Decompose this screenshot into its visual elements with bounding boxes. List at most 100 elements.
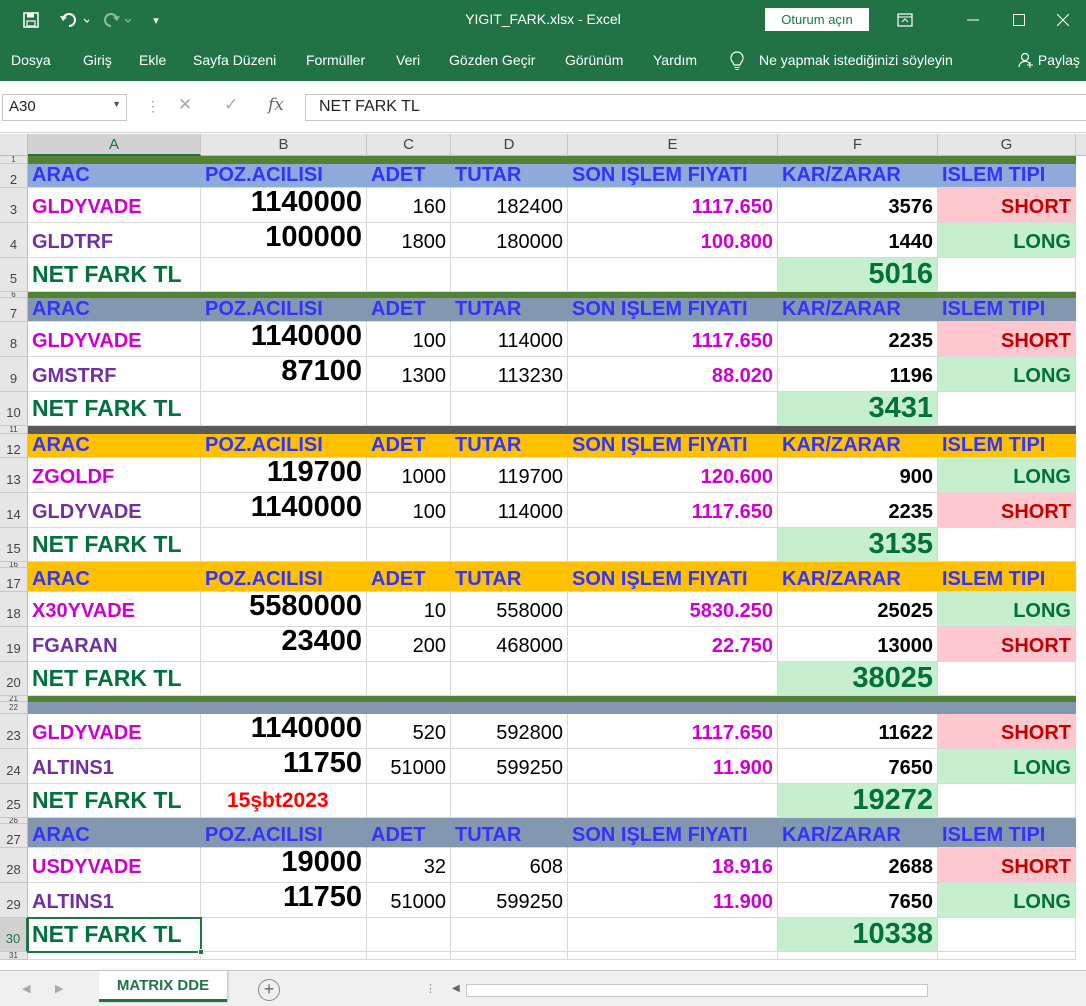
column-header-a[interactable]: A — [28, 134, 201, 156]
profit-loss-cell[interactable]: 1196 — [778, 357, 938, 392]
net-total-cell[interactable]: 5016 — [778, 258, 938, 292]
instrument-cell[interactable]: FGARAN — [28, 627, 201, 662]
cell[interactable] — [367, 392, 451, 426]
cell[interactable] — [568, 392, 778, 426]
tab-giris[interactable]: Giriş — [83, 52, 112, 68]
instrument-cell[interactable]: X30YVADE — [28, 592, 201, 627]
instrument-cell[interactable]: ZGOLDF — [28, 458, 201, 493]
quantity-cell[interactable]: 160 — [367, 188, 451, 223]
quantity-cell[interactable]: 1000 — [367, 458, 451, 493]
position-open-cell[interactable]: 5580000 — [201, 590, 367, 627]
row-header-4[interactable]: 4 — [0, 223, 28, 258]
position-open-cell[interactable]: 87100 — [201, 355, 367, 392]
cell[interactable] — [568, 918, 778, 952]
row-header-28[interactable]: 28 — [0, 848, 28, 883]
amount-cell[interactable]: 114000 — [451, 322, 568, 357]
last-price-cell[interactable]: 11.900 — [568, 883, 778, 918]
row-header-23[interactable]: 23 — [0, 714, 28, 749]
cell[interactable] — [201, 392, 367, 426]
last-price-cell[interactable]: 1117.650 — [568, 493, 778, 528]
instrument-cell[interactable]: ALTINS1 — [28, 749, 201, 784]
trade-type-long[interactable]: LONG — [938, 223, 1076, 258]
trade-type-long[interactable]: LONG — [938, 458, 1076, 493]
instrument-cell[interactable]: GLDYVADE — [28, 714, 201, 749]
header-cell[interactable]: ARAC — [28, 164, 201, 188]
net-total-cell[interactable]: 38025 — [778, 662, 938, 696]
row-header-3[interactable]: 3 — [0, 188, 28, 223]
header-cell[interactable]: ADET — [367, 298, 451, 322]
name-box[interactable]: A30 ▼ — [2, 94, 127, 121]
trade-type-long[interactable]: LONG — [938, 883, 1076, 918]
instrument-cell[interactable]: GLDYVADE — [28, 493, 201, 528]
scroll-left-icon[interactable]: ◀ — [452, 983, 460, 994]
header-cell[interactable]: KAR/ZARAR — [778, 568, 938, 592]
trade-type-short[interactable]: SHORT — [938, 848, 1076, 883]
net-label-cell[interactable]: NET FARK TL — [28, 784, 201, 818]
header-cell[interactable]: KAR/ZARAR — [778, 298, 938, 322]
header-cell[interactable]: ARAC — [28, 568, 201, 592]
amount-cell[interactable]: 608 — [451, 848, 568, 883]
last-price-cell[interactable]: 5830.250 — [568, 592, 778, 627]
amount-cell[interactable]: 182400 — [451, 188, 568, 223]
tab-sayfa-duzeni[interactable]: Sayfa Düzeni — [193, 52, 276, 68]
net-label-cell[interactable]: NET FARK TL — [28, 918, 201, 952]
row-header-25[interactable]: 25 — [0, 784, 28, 818]
row-header-12[interactable]: 12 — [0, 434, 28, 458]
row-header-17[interactable]: 17 — [0, 568, 28, 592]
column-header-b[interactable]: B — [201, 134, 367, 156]
cell[interactable] — [451, 392, 568, 426]
row-header-5[interactable]: 5 — [0, 258, 28, 292]
select-all-corner[interactable] — [0, 134, 28, 156]
cell[interactable] — [938, 784, 1076, 818]
cancel-icon[interactable]: ✕ — [178, 95, 192, 115]
header-cell[interactable]: SON IŞLEM FIYATI — [568, 568, 778, 592]
header-cell[interactable]: POZ.ACILISI — [201, 434, 367, 458]
header-cell[interactable]: ARAC — [28, 298, 201, 322]
row-header-27[interactable]: 27 — [0, 824, 28, 848]
sheet-prev-icon[interactable]: ◀ — [22, 982, 30, 995]
header-cell[interactable]: ARAC — [28, 824, 201, 848]
instrument-cell[interactable]: GMSTRF — [28, 357, 201, 392]
net-total-cell[interactable]: 19272 — [778, 784, 938, 818]
profit-loss-cell[interactable]: 1440 — [778, 223, 938, 258]
quantity-cell[interactable]: 1300 — [367, 357, 451, 392]
amount-cell[interactable]: 113230 — [451, 357, 568, 392]
amount-cell[interactable]: 114000 — [451, 493, 568, 528]
header-cell[interactable]: ADET — [367, 824, 451, 848]
instrument-cell[interactable]: GLDYVADE — [28, 322, 201, 357]
enter-icon[interactable]: ✓ — [224, 95, 238, 115]
cell[interactable] — [451, 528, 568, 562]
cell[interactable] — [201, 528, 367, 562]
cell[interactable] — [568, 662, 778, 696]
quantity-cell[interactable]: 51000 — [367, 749, 451, 784]
sheet-tab-matrix-dde[interactable]: MATRIX DDE — [99, 971, 227, 1002]
net-total-cell[interactable]: 3135 — [778, 528, 938, 562]
header-cell[interactable]: KAR/ZARAR — [778, 824, 938, 848]
net-label-cell[interactable]: NET FARK TL — [28, 662, 201, 696]
header-cell[interactable]: SON IŞLEM FIYATI — [568, 434, 778, 458]
header-cell[interactable]: TUTAR — [451, 824, 568, 848]
position-open-cell[interactable]: 19000 — [201, 846, 367, 883]
cell[interactable] — [367, 952, 451, 960]
tab-gozden-gecir[interactable]: Gözden Geçir — [449, 52, 535, 68]
scroll-thumb[interactable] — [466, 984, 928, 997]
column-header-f[interactable]: F — [778, 134, 938, 156]
amount-cell[interactable]: 592800 — [451, 714, 568, 749]
horizontal-scrollbar[interactable]: ◀ — [446, 982, 1086, 999]
cell[interactable] — [778, 952, 938, 960]
cell[interactable] — [938, 662, 1076, 696]
position-open-cell[interactable]: 1140000 — [201, 186, 367, 223]
header-cell[interactable]: ISLEM TIPI — [938, 568, 1076, 592]
trade-type-long[interactable]: LONG — [938, 357, 1076, 392]
cell[interactable] — [28, 952, 201, 960]
instrument-cell[interactable]: GLDYVADE — [28, 188, 201, 223]
header-cell[interactable]: POZ.ACILISI — [201, 298, 367, 322]
close-icon[interactable] — [1040, 0, 1086, 40]
header-cell[interactable]: TUTAR — [451, 298, 568, 322]
chevron-down-icon[interactable]: ▼ — [112, 99, 121, 109]
row-header-10[interactable]: 10 — [0, 392, 28, 426]
save-icon[interactable] — [20, 8, 42, 32]
cell[interactable] — [451, 258, 568, 292]
row-header-31[interactable]: 31 — [0, 952, 28, 960]
profit-loss-cell[interactable]: 2235 — [778, 322, 938, 357]
